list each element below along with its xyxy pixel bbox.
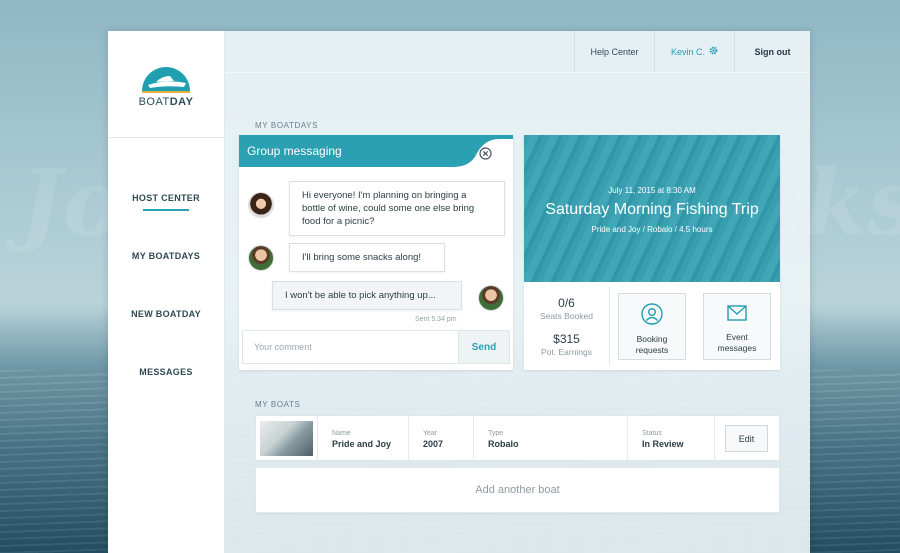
chat-message: I won't be able to pick anything up... — [272, 281, 462, 310]
close-icon[interactable] — [479, 147, 492, 163]
trip-title[interactable]: Saturday Morning Fishing Trip — [524, 201, 780, 219]
send-button[interactable]: Send — [458, 331, 509, 363]
table-row[interactable]: Name Pride and Joy Year 2007 Type Robalo… — [255, 415, 780, 461]
chat-title: Group messaging — [247, 144, 342, 158]
seats-label: Seats Booked — [540, 311, 593, 321]
active-indicator — [143, 209, 189, 211]
nav-messages-label: MESSAGES — [139, 367, 193, 377]
boat-status: In Review — [642, 439, 684, 449]
event-label: messages — [717, 343, 757, 353]
boat-logo-icon — [140, 61, 192, 95]
user-name: Kevin C. — [670, 46, 705, 57]
column-label-name: Name — [332, 430, 351, 437]
boat-type: Robalo — [488, 439, 519, 449]
sidebar: BOATDAY HOST CENTER MY BOATDAYS NEW BOAT… — [108, 31, 225, 553]
event-label: Event — [726, 332, 748, 342]
chat-header-notch — [453, 135, 513, 167]
trip-hero: July 11, 2015 at 8:30 AM Saturday Mornin… — [524, 135, 780, 282]
boat-status-cell: Status In Review — [628, 416, 715, 460]
earnings-stat: $315 Pot. Earnings — [524, 332, 609, 357]
nav-my-boatdays-label: MY BOATDAYS — [131, 251, 201, 261]
earnings-value: $315 — [553, 332, 580, 346]
nav-new-boatday-label: NEW BOATDAY — [131, 309, 201, 319]
chat-header: Group messaging — [239, 135, 513, 167]
sent-timestamp: Sent 5.34 pm — [415, 316, 457, 323]
user-menu[interactable]: Kevin C. — [654, 31, 734, 72]
trip-subtitle: Pride and Joy / Robalo / 4.5 hours — [591, 225, 713, 234]
seats-stat: 0/6 Seats Booked — [524, 296, 609, 321]
booking-label: Booking — [636, 334, 668, 344]
avatar — [248, 192, 274, 218]
column-label-type: Type — [488, 430, 504, 437]
help-center-link[interactable]: Help Center — [574, 31, 654, 72]
section-label-boatdays: MY BOATDAYS — [255, 121, 319, 130]
comment-input[interactable] — [243, 331, 458, 363]
avatar — [248, 245, 274, 271]
nav-messages[interactable]: MESSAGES — [108, 362, 224, 420]
booking-label: requests — [635, 345, 669, 355]
group-messaging-card: Group messaging Hi everyone! I'm plannin… — [239, 135, 513, 370]
edit-boat-button[interactable]: Edit — [725, 425, 768, 452]
boatday-card[interactable]: July 11, 2015 at 8:30 AM Saturday Mornin… — [524, 135, 780, 370]
boat-name: Pride and Joy — [332, 439, 392, 449]
boat-type-cell: Type Robalo — [474, 416, 628, 460]
top-bar: Help Center Kevin C. Sign out — [225, 31, 810, 73]
booking-requests-button[interactable]: Booking requests — [618, 293, 686, 360]
earnings-label: Pot. Earnings — [540, 347, 593, 357]
trip-date: July 11, 2015 at 8:30 AM — [608, 186, 696, 195]
boat-year-cell: Year 2007 — [409, 416, 474, 460]
event-messages-button[interactable]: Event messages — [703, 293, 771, 360]
user-icon — [641, 303, 663, 334]
divider — [609, 287, 610, 365]
sidebar-nav: HOST CENTER MY BOATDAYS NEW BOATDAY MESS… — [108, 188, 224, 420]
avatar — [478, 285, 504, 311]
envelope-icon — [726, 303, 748, 332]
boat-photo — [260, 420, 313, 456]
section-label-boats: MY BOATS — [255, 400, 301, 409]
nav-new-boatday[interactable]: NEW BOATDAY — [108, 304, 224, 362]
boat-name-cell: Name Pride and Joy — [318, 416, 409, 460]
column-label-status: Status — [642, 430, 662, 437]
nav-host-center-label: HOST CENTER — [132, 193, 200, 203]
column-label-year: Year — [423, 430, 438, 437]
add-boat-button[interactable]: Add another boat — [255, 467, 780, 513]
chat-message: Hi everyone! I'm planning on bringing a … — [289, 181, 505, 236]
boat-year: 2007 — [423, 439, 444, 449]
sign-out-link[interactable]: Sign out — [734, 31, 810, 72]
boat-thumbnail — [256, 416, 318, 460]
app-window: BOATDAY HOST CENTER MY BOATDAYS NEW BOAT… — [108, 31, 810, 553]
chat-message: I'll bring some snacks along! — [289, 243, 445, 272]
logo-wordmark: BOATDAY — [138, 95, 194, 108]
logo[interactable]: BOATDAY — [108, 31, 224, 138]
nav-host-center[interactable]: HOST CENTER — [108, 188, 224, 246]
nav-my-boatdays[interactable]: MY BOATDAYS — [108, 246, 224, 304]
seats-value: 0/6 — [558, 296, 575, 310]
gear-icon — [709, 46, 718, 57]
chat-compose: Send — [242, 330, 510, 364]
